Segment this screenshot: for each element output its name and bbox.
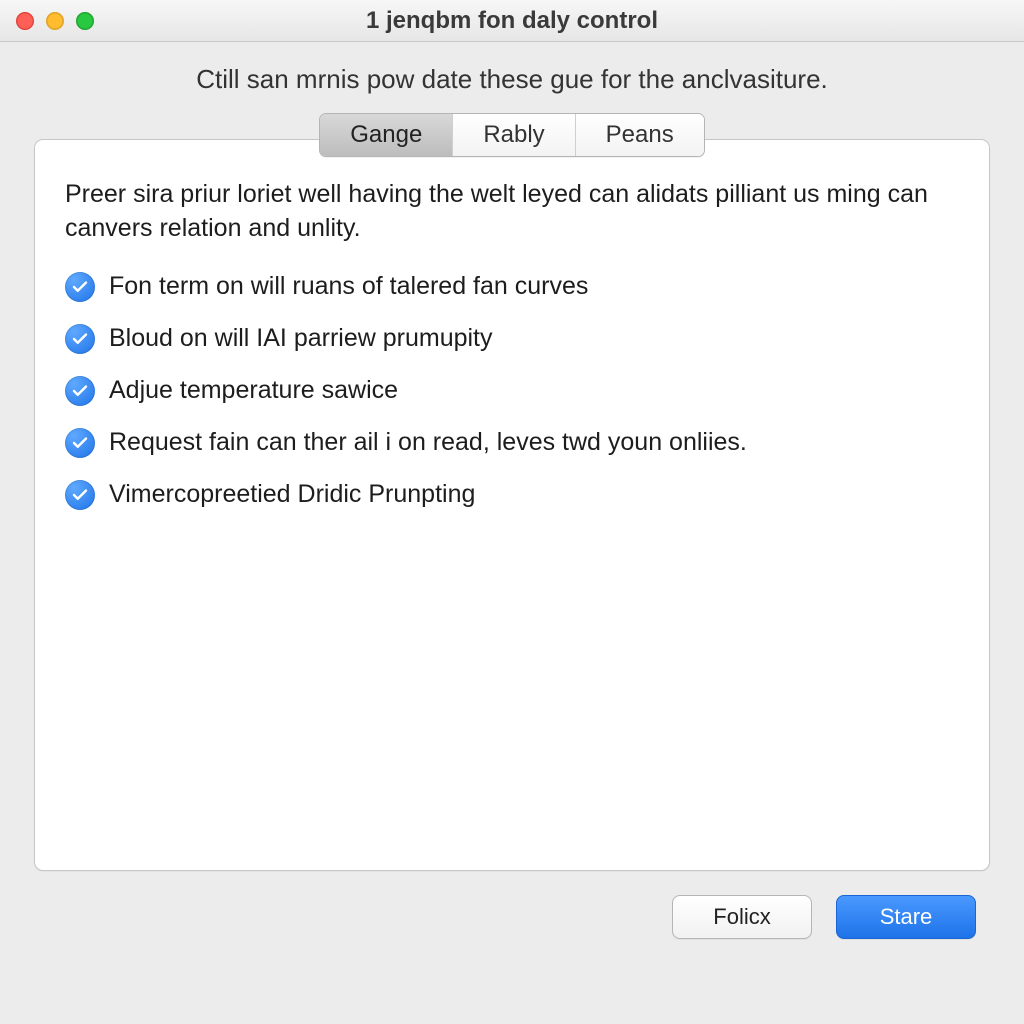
check-row-0: Fon term on will ruans of talered fan cu…: [65, 272, 959, 302]
titlebar: 1 jenqbm fon daly control: [0, 0, 1024, 42]
check-label: Bloud on will IAI parriew prumupity: [109, 324, 493, 353]
check-icon[interactable]: [65, 480, 95, 510]
tab-rably[interactable]: Rably: [452, 114, 574, 156]
secondary-button[interactable]: Folicx: [672, 895, 812, 939]
check-label: Adjue temperature sawice: [109, 376, 398, 405]
check-icon[interactable]: [65, 324, 95, 354]
check-row-3: Request fain can ther ail i on read, lev…: [65, 428, 959, 458]
check-label: Request fain can ther ail i on read, lev…: [109, 428, 747, 457]
check-label: Fon term on will ruans of talered fan cu…: [109, 272, 588, 301]
tabs: Gange Rably Peans: [0, 113, 1024, 139]
check-icon[interactable]: [65, 428, 95, 458]
check-row-4: Vimercopreetied Dridic Prunpting: [65, 480, 959, 510]
dialog-footer: Folicx Stare: [0, 871, 1024, 939]
close-icon[interactable]: [16, 12, 34, 30]
check-icon[interactable]: [65, 272, 95, 302]
zoom-icon[interactable]: [76, 12, 94, 30]
window-controls: [0, 12, 94, 30]
tab-gange[interactable]: Gange: [320, 114, 452, 156]
check-icon[interactable]: [65, 376, 95, 406]
tab-peans[interactable]: Peans: [575, 114, 704, 156]
check-row-2: Adjue temperature sawice: [65, 376, 959, 406]
minimize-icon[interactable]: [46, 12, 64, 30]
window-title: 1 jenqbm fon daly control: [0, 7, 1024, 35]
check-row-1: Bloud on will IAI parriew prumupity: [65, 324, 959, 354]
primary-button[interactable]: Stare: [836, 895, 976, 939]
page-subtitle: Ctill san mrnis pow date these gue for t…: [40, 64, 984, 95]
panel-intro-text: Preer sira priur loriet well having the …: [65, 178, 959, 246]
check-label: Vimercopreetied Dridic Prunpting: [109, 480, 475, 509]
tab-panel: Preer sira priur loriet well having the …: [34, 139, 990, 871]
